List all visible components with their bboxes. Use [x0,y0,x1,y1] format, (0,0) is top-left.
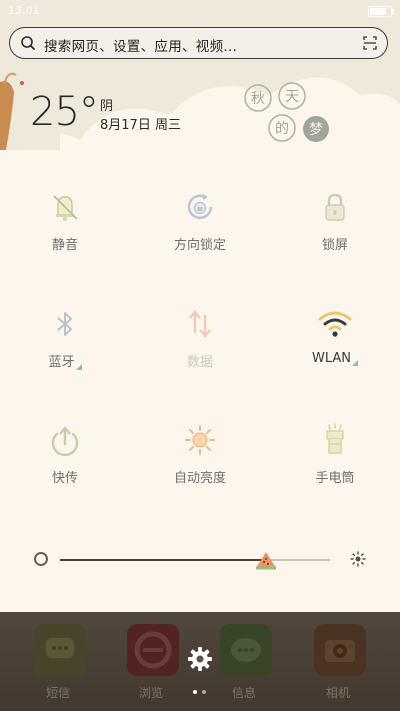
search-bar[interactable]: 搜索网页、设置、应用、视频... [9,27,388,59]
mute-bell-icon [53,195,78,221]
toggle-label: 静音 [51,238,78,253]
battery-icon [368,6,394,17]
theme-logo: 秋 天 的 梦 [244,82,329,142]
brightness-thumb[interactable] [254,550,278,570]
toggle-quick-share[interactable]: 快传 [10,421,120,511]
settings-gear-icon[interactable] [186,645,214,673]
more-indicator [352,360,358,366]
toggle-bluetooth[interactable]: 蓝牙 [10,305,120,395]
toggle-mobile-data[interactable]: 数据 [145,305,255,395]
scan-icon[interactable] [363,36,377,50]
date-text: 8月17日 周三 [100,118,181,133]
brightness-high-icon [350,551,366,567]
svg-text:秋: 秋 [251,91,265,107]
wifi-icon [318,311,352,337]
toggle-label: WLAN [280,351,390,366]
toggle-flashlight[interactable]: 手电筒 [280,421,390,511]
bluetooth-icon [57,312,72,336]
auto-brightness-icon [185,425,215,455]
page-dot [202,690,206,694]
quick-share-icon [51,426,79,457]
svg-text:天: 天 [285,89,299,105]
toggle-label: 蓝牙 [10,351,120,370]
toggle-label: 自动亮度 [173,471,226,486]
status-time: 13:01 [8,4,40,17]
brightness-low-icon [34,552,48,566]
toggle-mute[interactable]: 静音 [10,188,120,278]
search-input[interactable]: 搜索网页、设置、应用、视频... [44,35,237,55]
rotation-lock-icon [187,194,213,220]
search-icon [21,36,35,50]
toggle-label: 锁屏 [321,238,348,253]
mobile-data-icon [189,310,211,338]
toggle-label: 手电筒 [315,471,355,486]
toggle-wlan[interactable]: WLAN [280,305,390,395]
toggle-label: 数据 [186,355,213,370]
flashlight-icon [326,423,344,454]
svg-text:的: 的 [275,121,289,137]
lock-screen-icon [325,193,345,221]
temperature: 25° [30,89,99,135]
weather-condition: 阴 [100,99,114,114]
toggle-label: 快传 [51,471,78,486]
toggle-lock-screen[interactable]: 锁屏 [280,188,390,278]
page-dot [193,690,197,694]
svg-text:梦: 梦 [309,122,323,138]
page-indicator [193,690,209,694]
toggle-auto-brightness[interactable]: 自动亮度 [145,421,255,511]
toggle-label: 方向锁定 [173,238,226,253]
more-indicator [75,364,82,370]
toggle-rotation-lock[interactable]: 方向锁定 [145,188,255,278]
brightness-slider[interactable] [34,550,366,570]
status-bar: 13:01 [0,0,400,22]
